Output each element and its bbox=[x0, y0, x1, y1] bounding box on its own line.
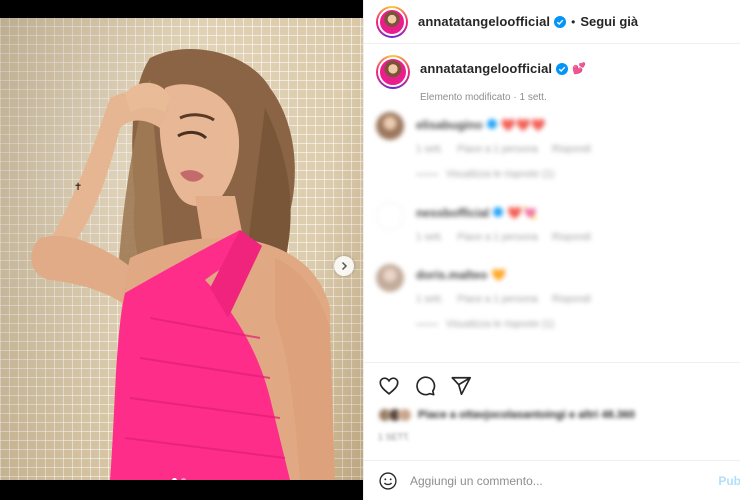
comment-text: ❤️💘 bbox=[507, 206, 538, 220]
comment-input[interactable] bbox=[410, 473, 700, 488]
commenter-avatar[interactable] bbox=[376, 112, 404, 140]
likes-summary[interactable]: Piace a ottavjocolasantoingi e altri 48.… bbox=[378, 408, 635, 422]
reply-button[interactable]: Rispondi bbox=[552, 232, 591, 243]
post-date: 1 SETT. bbox=[378, 432, 411, 442]
commenter-username[interactable]: nessbofficial bbox=[416, 206, 489, 220]
commenter-username[interactable]: elisabugino bbox=[416, 118, 483, 132]
comment-likes[interactable]: Piace a 1 persona bbox=[457, 232, 538, 243]
post-media[interactable]: ✝ bbox=[0, 18, 363, 480]
commenter-username[interactable]: doris.malteo bbox=[416, 268, 487, 282]
top-bar bbox=[0, 0, 363, 18]
publish-button[interactable]: Pub bbox=[718, 474, 740, 488]
comment-item: elisabugino ❤️❤️❤️ 1 sett. Piace a 1 per… bbox=[376, 112, 726, 202]
comment-likes[interactable]: Piace a 1 persona bbox=[457, 294, 538, 305]
verified-badge-icon bbox=[486, 118, 497, 132]
caption-username[interactable]: annatatangeloofficial bbox=[420, 61, 552, 76]
comment-text: 🧡 bbox=[491, 268, 507, 282]
commenter-avatar[interactable] bbox=[376, 264, 404, 292]
svg-text:✝: ✝ bbox=[74, 182, 82, 193]
add-comment-bar: Pub bbox=[364, 460, 740, 500]
share-icon[interactable] bbox=[450, 375, 472, 397]
chevron-right-icon bbox=[341, 261, 348, 271]
heart-icon[interactable] bbox=[378, 375, 400, 397]
comment-time: 1 sett. bbox=[416, 144, 444, 155]
bottom-bar bbox=[0, 480, 363, 500]
post-header: annatatangeloofficial • Segui già bbox=[364, 0, 740, 44]
view-replies-button[interactable]: Visualizza le risposte (1) bbox=[446, 319, 554, 330]
following-button[interactable]: Segui già bbox=[580, 14, 638, 29]
comment-item: nessbofficial ❤️💘 1 sett. Piace a 1 pers… bbox=[376, 202, 726, 264]
comment-time: 1 sett. bbox=[416, 232, 444, 243]
liker-avatars bbox=[378, 408, 412, 422]
author-avatar[interactable] bbox=[376, 5, 408, 38]
comment-item: doris.malteo 🧡 1 sett. Piace a 1 persona… bbox=[376, 264, 726, 354]
post-actions bbox=[364, 362, 740, 397]
commenter-avatar[interactable] bbox=[376, 202, 404, 230]
caption-text: 💕 bbox=[572, 63, 586, 75]
reply-button[interactable]: Rispondi bbox=[552, 144, 591, 155]
comments-list: elisabugino ❤️❤️❤️ 1 sett. Piace a 1 per… bbox=[376, 112, 726, 354]
post-caption: annatatangeloofficial 💕 Elemento modific… bbox=[376, 55, 726, 103]
view-replies-button[interactable]: Visualizza le risposte (1) bbox=[446, 169, 554, 180]
caption-author-avatar[interactable] bbox=[376, 55, 410, 89]
emoji-icon[interactable] bbox=[378, 471, 398, 491]
post-side-panel: annatatangeloofficial • Segui già annata… bbox=[363, 0, 740, 500]
comment-icon[interactable] bbox=[414, 375, 436, 397]
next-slide-button[interactable] bbox=[334, 256, 354, 276]
comment-time: 1 sett. bbox=[416, 294, 444, 305]
comment-text: ❤️❤️❤️ bbox=[500, 118, 546, 132]
comment-likes[interactable]: Piace a 1 persona bbox=[457, 144, 538, 155]
verified-badge-icon bbox=[493, 206, 504, 220]
author-username[interactable]: annatatangeloofficial bbox=[418, 14, 550, 29]
reply-button[interactable]: Rispondi bbox=[552, 294, 591, 305]
post-photo-woman-pink-dress: ✝ bbox=[31, 49, 335, 480]
verified-badge-icon bbox=[556, 62, 569, 75]
edited-timestamp: Elemento modificato · 1 sett. bbox=[420, 92, 547, 103]
header-separator: • bbox=[571, 14, 576, 29]
likes-text: Piace a ottavjocolasantoingi e altri 48.… bbox=[418, 409, 636, 421]
verified-badge-icon bbox=[554, 15, 567, 28]
